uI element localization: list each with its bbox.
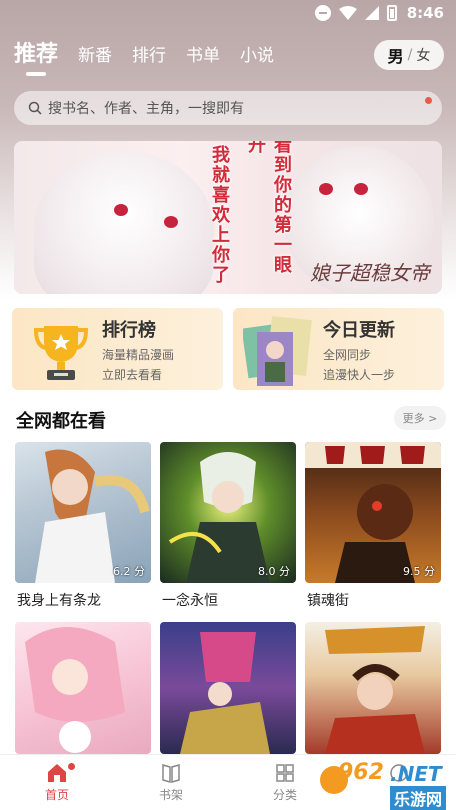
nav-bookshelf-label: 书架	[158, 788, 183, 802]
grid-icon	[276, 764, 294, 782]
watermark-number: 962	[338, 760, 384, 785]
book-title-2[interactable]: 一念永恒	[162, 590, 218, 610]
daily-update-card[interactable]: 今日更新 全网同步 追漫快人一步	[233, 308, 444, 390]
ranking-card[interactable]: 排行榜 海量精品漫画 立即去看看	[12, 308, 223, 390]
gender-toggle[interactable]: 男 / 女	[374, 40, 444, 70]
tab-novel[interactable]: 小说	[240, 41, 274, 76]
tab-new[interactable]: 新番	[78, 41, 112, 76]
search-placeholder: 搜书名、作者、主角，一搜即有	[48, 101, 244, 117]
banner-eye	[354, 183, 368, 195]
banner-eye	[164, 216, 178, 228]
cover-art-4	[25, 627, 125, 753]
banner-eye	[319, 183, 333, 195]
top-tab-bar: 推荐 新番 排行 书单 小说	[14, 36, 294, 76]
daily-update-card-line2: 追漫快人一步	[323, 368, 396, 382]
ranking-card-line1: 海量精品漫画	[102, 348, 175, 362]
site-watermark: 962 .NET 乐游网	[320, 760, 450, 810]
nav-home-label: 首页	[44, 788, 69, 802]
cover-art-1	[35, 449, 150, 583]
search-bar[interactable]: 搜书名、作者、主角，一搜即有	[14, 91, 442, 125]
nav-category-label: 分类	[272, 788, 297, 802]
book-score-3: 9.5 分	[403, 565, 435, 578]
cover-art-3	[305, 442, 441, 583]
nav-bookshelf[interactable]: 书架	[114, 755, 228, 810]
watermark-net: .NET	[390, 762, 442, 786]
book-cover-6[interactable]	[305, 622, 441, 754]
daily-update-card-title: 今日更新	[323, 320, 395, 341]
home-badge	[68, 763, 75, 770]
book-cover-2[interactable]: 8.0 分	[160, 442, 296, 583]
wifi-icon	[338, 6, 357, 20]
promo-banner[interactable]: 我就喜欢上你了 看到你的第一眼开 娘子超稳女帝	[14, 141, 442, 294]
book-cover-1[interactable]: 6.2 分	[15, 442, 151, 583]
banner-text-2: 看到你的第一眼开	[245, 141, 292, 275]
notification-dot	[425, 97, 432, 104]
cover-art-6	[325, 626, 425, 754]
book-score-1: 6.2 分	[113, 565, 145, 578]
battery-icon	[386, 5, 397, 21]
banner-character-left	[34, 151, 214, 294]
book-score-2: 8.0 分	[258, 565, 290, 578]
book-cover-3[interactable]: 9.5 分	[305, 442, 441, 583]
book-title-3[interactable]: 镇魂街	[307, 590, 349, 610]
signal-icon	[364, 6, 379, 20]
banner-title-art: 娘子超稳女帝	[310, 261, 430, 285]
status-time: 8:46	[406, 4, 444, 22]
tab-recommend[interactable]: 推荐	[14, 36, 58, 76]
cover-art-2	[168, 452, 270, 583]
trophy-icon	[33, 326, 89, 380]
banner-text-1: 我就喜欢上你了	[209, 145, 230, 285]
book-title-1[interactable]: 我身上有条龙	[17, 590, 101, 610]
ranking-card-line2: 立即去看看	[102, 368, 163, 382]
banner-eye	[114, 204, 128, 216]
ranking-card-title: 排行榜	[102, 320, 156, 341]
search-icon	[28, 101, 42, 115]
gender-male[interactable]: 男	[388, 43, 404, 67]
daily-update-card-line1: 全网同步	[323, 348, 372, 362]
status-bar: 8:46	[0, 0, 456, 28]
watermark-site-name: 乐游网	[390, 786, 447, 810]
gender-separator: /	[407, 47, 413, 63]
comic-stack-thumbnail	[243, 316, 312, 386]
book-cover-5[interactable]	[160, 622, 296, 754]
tab-ranking[interactable]: 排行	[132, 41, 166, 76]
cover-art-5	[180, 632, 270, 754]
section-title: 全网都在看	[16, 411, 106, 432]
more-button[interactable]: 更多 >	[394, 406, 446, 430]
nav-home[interactable]: 首页	[0, 755, 114, 810]
bookshelf-icon	[162, 764, 180, 783]
book-cover-4[interactable]	[15, 622, 151, 754]
gender-female[interactable]: 女	[416, 45, 430, 65]
tab-booklist[interactable]: 书单	[186, 41, 220, 76]
do-not-disturb-icon	[314, 5, 331, 21]
home-icon	[48, 764, 66, 782]
